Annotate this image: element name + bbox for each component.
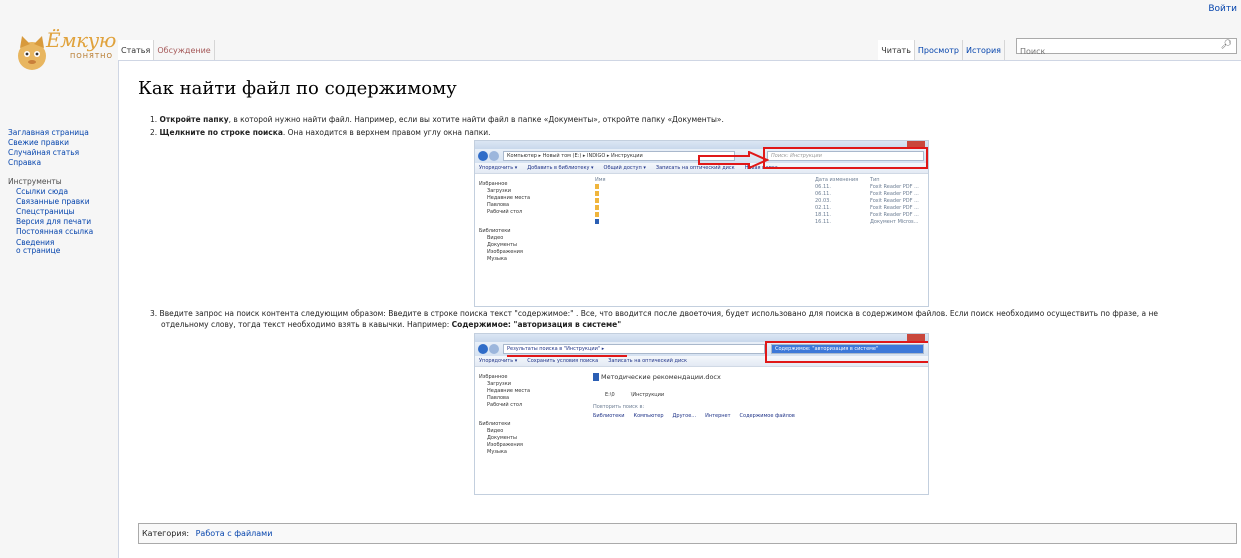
explorer-nav-pane: Избранное Загрузки Недавние места Павлов… [479, 374, 531, 455]
search-results: Методические рекомендации.docx E:\0 \Инст… [593, 373, 795, 419]
sidebar-tools-heading: Инструменты [8, 177, 62, 186]
category-label: Категория: [142, 529, 190, 538]
tab-view-source[interactable]: Просмотр [915, 40, 963, 60]
address-underline [507, 355, 627, 357]
tab-read[interactable]: Читать [878, 40, 915, 60]
red-arrow-icon [698, 151, 769, 169]
login-link[interactable]: Войти [1208, 4, 1237, 14]
logo-text: Ёмкую [46, 28, 116, 52]
logo-subtitle: ПОНЯТНО [70, 52, 113, 60]
sidebar-item-special-pages[interactable]: Спецстраницы [8, 207, 113, 217]
sidebar-item-recent-changes[interactable]: Свежие правки [8, 138, 113, 148]
tab-discussion[interactable]: Обсуждение [154, 40, 215, 60]
step-1: 1. Откройте папку, в которой нужно найти… [150, 115, 724, 124]
sidebar-item-printable[interactable]: Версия для печати [8, 217, 113, 227]
search-box: 🔎︎ [1016, 38, 1237, 59]
search-highlight [763, 147, 928, 169]
namespace-tabs: Статья Обсуждение [118, 40, 215, 60]
forward-icon [489, 344, 499, 354]
tab-history[interactable]: История [963, 40, 1005, 60]
sidebar-item-random-article[interactable]: Случайная статья [8, 148, 113, 158]
sidebar-item-related-changes[interactable]: Связанные правки [8, 197, 113, 207]
explorer-file-list: Имя Дата изменения Тип 06.11. Foxit Reader … [595, 177, 919, 225]
forward-icon [489, 151, 499, 161]
sidebar: Заглавная страница Свежие правки Случайн… [8, 128, 113, 255]
address-bar: Результаты поиска в "Инструкции" ▸ [503, 344, 765, 354]
sidebar-item-main-page[interactable]: Заглавная страница [8, 128, 113, 138]
sidebar-item-what-links-here[interactable]: Ссылки сюда [8, 187, 113, 197]
tab-article[interactable]: Статья [118, 40, 155, 60]
search-input[interactable] [1017, 44, 1207, 59]
explorer-screenshot-2: Результаты поиска в "Инструкции" ▸ Содер… [474, 333, 929, 495]
explorer-screenshot-1: Компьютер ▸ Новый том (E:) ▸ INDIGO ▸ Ин… [474, 140, 929, 307]
category-link[interactable]: Работа с файлами [192, 529, 273, 538]
site-logo[interactable]: Ёмкую ПОНЯТНО [12, 26, 116, 86]
category-links: Категория: Работа с файлами [138, 523, 1237, 544]
back-icon [478, 344, 488, 354]
back-icon [478, 151, 488, 161]
view-tabs: Читать Просмотр История [878, 40, 1005, 60]
step-3: 3. Введите запрос на поиск контента след… [150, 309, 1158, 329]
search-highlight [765, 341, 928, 363]
page-title: Как найти файл по содержимому [138, 78, 457, 99]
search-icon[interactable]: 🔎︎ [1221, 40, 1232, 50]
sidebar-item-page-info[interactable]: Сведения о странице [8, 239, 113, 255]
step-2: 2. Щелкните по строке поиска. Она находи… [150, 128, 491, 137]
close-icon [907, 334, 925, 341]
result-file-name[interactable]: Методические рекомендации.docx [601, 373, 721, 381]
sidebar-item-permalink[interactable]: Постоянная ссылка [8, 227, 113, 237]
content-area: Как найти файл по содержимому 1. Откройт… [118, 60, 1241, 558]
sidebar-item-help[interactable]: Справка [8, 158, 113, 168]
explorer-nav-pane: Избранное Загрузки Недавние места Павлов… [479, 181, 531, 262]
